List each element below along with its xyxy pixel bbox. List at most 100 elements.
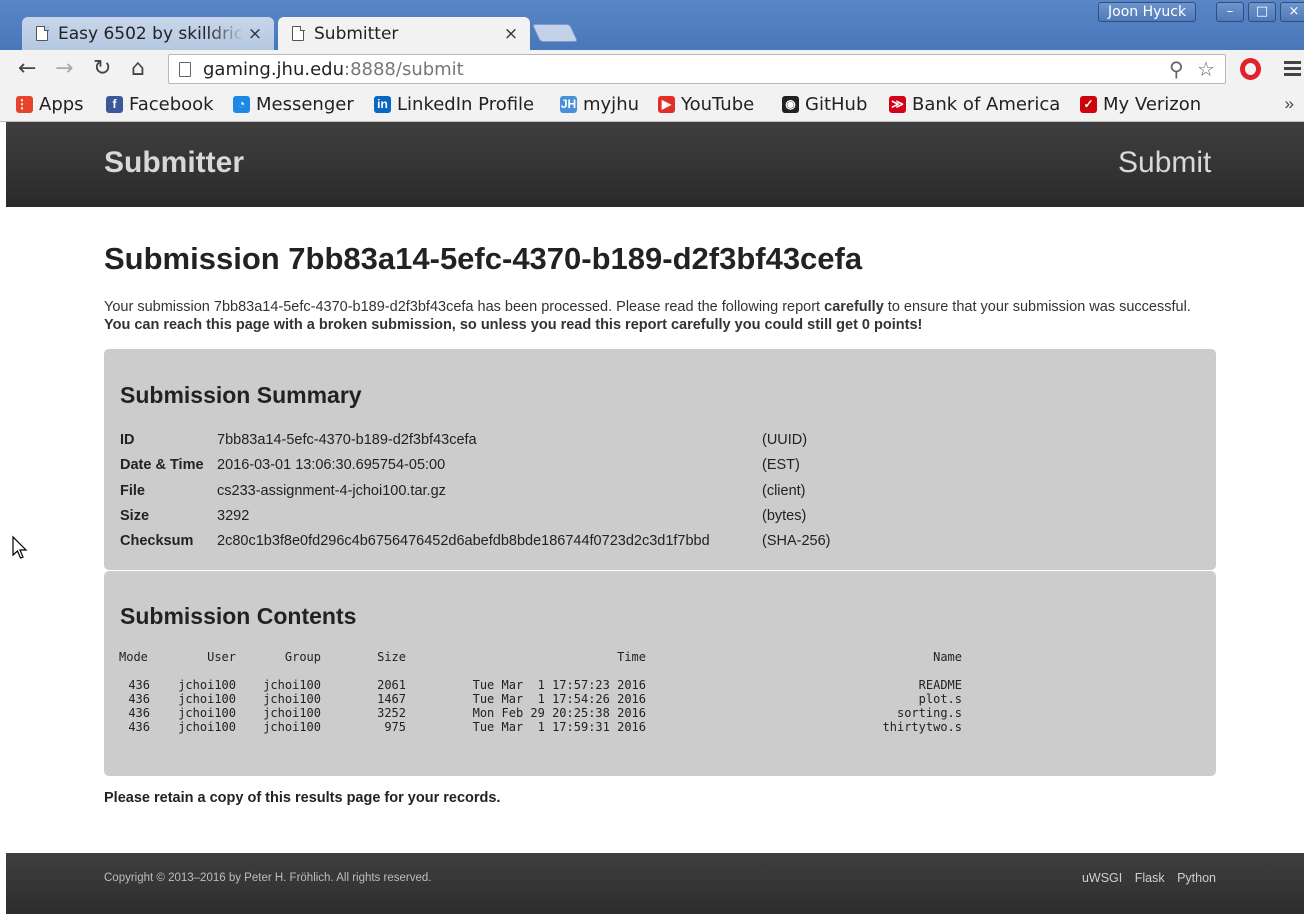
site-brand[interactable]: Submitter [104,146,244,180]
summary-title: Submission Summary [120,382,362,408]
file-cell-user: jchoi100 [178,706,236,720]
bookmark-messenger[interactable]: ◔ Messenger [233,94,354,115]
page-info-icon[interactable] [179,62,191,77]
facebook-icon: f [106,96,123,113]
bookmark-label: Messenger [256,94,354,115]
summary-value: 3292 [217,507,250,524]
file-cell-time: Tue Mar 1 17:59:31 2016 [472,720,646,734]
summary-key: Date & Time [120,457,204,474]
file-cell-user: jchoi100 [178,720,236,734]
zoom-icon[interactable]: ⚲ [1169,57,1184,81]
url-text: gaming.jhu.edu:8888/submit [203,59,464,80]
file-cell-size: 3252 [377,706,406,720]
bookmarks-overflow-icon[interactable]: » [1285,94,1294,114]
summary-key: Size [120,507,150,524]
column-header-name: Name [933,650,962,664]
bookmark-myjhu[interactable]: JH myjhu [560,94,639,115]
file-cell-time: Mon Feb 29 20:25:38 2016 [472,706,646,720]
file-cell-size: 975 [384,720,406,734]
summary-value: 2c80c1b3f8e0fd296c4b6756476452d6abefdb8b… [217,533,710,550]
nav-submit-link[interactable]: Submit [1118,146,1211,180]
summary-value: 2016-03-01 13:06:30.695754-05:00 [217,457,446,474]
column-header-user: User [207,650,236,664]
summary-value: cs233-assignment-4-jchoi100.tar.gz [217,482,446,499]
page-icon [36,25,49,41]
file-cell-time: Tue Mar 1 17:54:26 2016 [472,692,646,706]
bookmark-github[interactable]: ◉ GitHub [782,94,867,115]
submission-summary-panel: Submission Summary ID 7bb83a14-5efc-4370-… [104,349,1216,570]
address-bar[interactable]: gaming.jhu.edu:8888/submit ⚲ ☆ [168,54,1226,84]
reload-icon[interactable]: ↻ [93,57,111,81]
title-bar: Easy 6502 by skilldric × Submitter × Joo… [0,0,1304,50]
intro-warning: You can reach this page with a broken su… [104,317,923,333]
intro-part: Your submission 7bb83a14-5efc-4370-b189-… [104,299,825,315]
intro-emphasis: carefully [824,299,884,315]
bookmark-star-icon[interactable]: ☆ [1197,57,1215,81]
tab-title: Submitter [314,23,399,44]
profile-button[interactable]: Joon Hyuck [1098,2,1197,22]
browser-chrome: Easy 6502 by skilldric × Submitter × Joo… [0,0,1304,122]
forward-icon[interactable]: → [55,57,73,81]
footer-link-python[interactable]: Python [1177,871,1216,885]
footer-link-flask[interactable]: Flask [1135,871,1165,885]
summary-unit: (UUID) [762,432,808,448]
verizon-icon: ✓ [1080,96,1097,113]
github-icon: ◉ [782,96,799,113]
file-cell-name: plot.s [918,692,962,706]
bofa-icon: ≫ [889,96,906,113]
minimize-button[interactable]: – [1216,2,1244,22]
url-host: gaming.jhu.edu [203,59,344,80]
browser-toolbar: ← → ↻ ⌂ gaming.jhu.edu:8888/submit ⚲ ☆ [0,50,1304,88]
bookmark-facebook[interactable]: f Facebook [106,94,214,115]
bookmark-label: Bank of America [912,94,1061,115]
page-title: Submission 7bb83a14-5efc-4370-b189-d2f3b… [104,241,863,276]
bookmark-label: Facebook [129,94,214,115]
summary-unit: (client) [762,482,806,499]
back-icon[interactable]: ← [18,57,36,81]
bookmark-apps[interactable]: ⋮⋮ Apps [16,94,84,115]
site-navbar: Submitter Submit [6,122,1304,207]
file-cell-name: sorting.s [896,706,962,720]
file-cell-group: jchoi100 [263,706,321,720]
column-header-time: Time [617,650,646,664]
column-header-group: Group [284,650,321,664]
summary-key: Checksum [120,533,194,550]
bookmark-linkedin-profile[interactable]: in LinkedIn Profile [374,94,534,115]
site-footer: Copyright © 2013–2016 by Peter H. Fröhli… [6,853,1304,914]
home-icon[interactable]: ⌂ [131,57,145,81]
file-cell-time: Tue Mar 1 17:57:23 2016 [472,678,646,692]
copyright-text: Copyright © 2013–2016 by Peter H. Fröhli… [104,872,432,884]
file-cell-name: thirtytwo.s [882,720,962,734]
bookmarks-bar: ⋮⋮ Apps f Facebook ◔ Messenger in LinkedIn Prof… [0,88,1304,122]
tab-title: Easy 6502 by skilldric [58,23,244,44]
new-tab-button[interactable] [531,24,579,42]
file-cell-size: 2061 [377,678,406,692]
bookmark-youtube[interactable]: ▶ YouTube [658,94,754,115]
file-cell-mode: 436 [128,720,150,734]
file-cell-size: 1467 [377,692,406,706]
bookmark-bank-of-america[interactable]: ≫ Bank of America [889,94,1060,115]
footer-link-uwsgi[interactable]: uWSGI [1082,871,1122,885]
tab-submitter[interactable]: Submitter × [278,17,530,50]
bookmark-label: My Verizon [1103,94,1202,115]
maximize-button[interactable]: □ [1248,2,1276,22]
summary-unit: (EST) [762,457,800,474]
close-tab-icon[interactable]: × [500,24,522,44]
tab-easy6502[interactable]: Easy 6502 by skilldric × [22,17,274,50]
web-page: Submitter Submit Submission 7bb83a14-5ef… [6,122,1304,914]
bookmark-my-verizon[interactable]: ✓ My Verizon [1080,94,1201,115]
opera-extension-icon[interactable] [1240,58,1261,80]
close-window-button[interactable]: × [1280,2,1304,22]
file-cell-user: jchoi100 [178,692,236,706]
summary-key: File [120,482,145,499]
file-cell-group: jchoi100 [263,692,321,706]
file-cell-mode: 436 [128,678,150,692]
mouse-cursor-icon [12,535,28,559]
file-cell-group: jchoi100 [263,720,321,734]
close-tab-icon[interactable]: × [244,24,266,44]
bookmark-label: YouTube [681,94,755,115]
menu-icon[interactable] [1284,61,1301,79]
summary-unit: (bytes) [762,507,807,524]
bookmark-label: Apps [39,94,84,115]
page-icon [292,25,305,41]
